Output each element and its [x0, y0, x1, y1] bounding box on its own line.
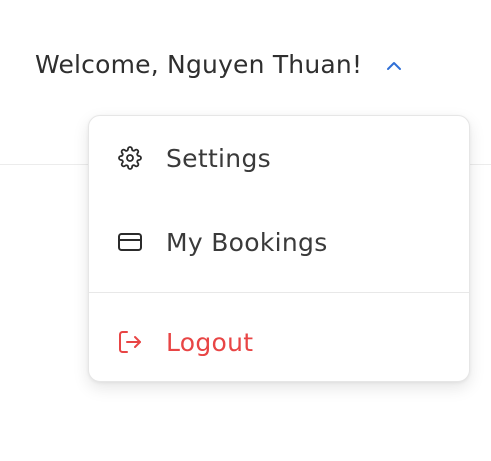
menu-item-label: My Bookings: [166, 227, 328, 257]
logout-icon: [117, 329, 143, 355]
logout-label: Logout: [166, 327, 254, 357]
menu-divider: [89, 292, 469, 293]
logout-button[interactable]: Logout: [89, 312, 469, 372]
chevron-up-icon[interactable]: [384, 56, 404, 76]
page: Welcome, Nguyen Thuan! Settings My Booki…: [0, 0, 491, 461]
credit-card-icon: [117, 229, 143, 255]
menu-item-label: Settings: [166, 143, 271, 173]
user-dropdown-menu: Settings My Bookings Logout: [88, 115, 470, 382]
welcome-text: Welcome, Nguyen Thuan!: [35, 49, 363, 79]
menu-item-my-bookings[interactable]: My Bookings: [89, 212, 469, 272]
gear-icon: [117, 145, 143, 171]
menu-item-settings[interactable]: Settings: [89, 128, 469, 188]
user-menu-toggle[interactable]: Welcome, Nguyen Thuan!: [35, 45, 404, 83]
